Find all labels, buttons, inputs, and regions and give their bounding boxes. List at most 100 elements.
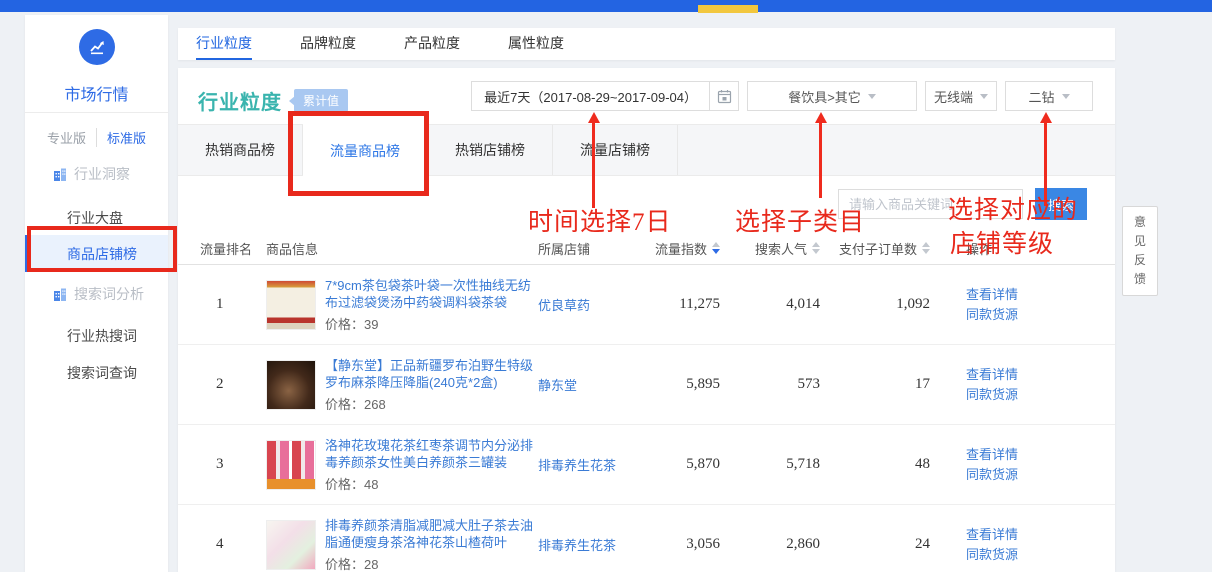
rank-value: 1 [200, 296, 266, 313]
view-detail-link[interactable]: 查看详情 [966, 525, 1066, 545]
main-panel: 行业粒度 累计值 最近7天（2017-08-29~2017-09-04） 餐饮具… [178, 68, 1115, 572]
shop-link[interactable]: 优良草药 [538, 295, 648, 314]
version-tab-pro[interactable]: 专业版 [37, 128, 96, 147]
price-label: 价格： [325, 477, 364, 492]
col-actions: 操作 [966, 239, 1066, 258]
tab-product-granularity[interactable]: 产品粒度 [404, 28, 460, 60]
terminal-value: 无线端 [934, 87, 973, 106]
same-supply-link[interactable]: 同款货源 [966, 305, 1066, 325]
calendar-button[interactable] [709, 81, 739, 111]
rank-value: 4 [200, 536, 266, 553]
tab-traffic-shop-rank[interactable]: 流量店铺榜 [553, 125, 678, 175]
same-supply-link[interactable]: 同款货源 [966, 465, 1066, 485]
tab-hot-shop-rank[interactable]: 热销店铺榜 [428, 125, 553, 175]
view-detail-link[interactable]: 查看详情 [966, 285, 1066, 305]
top-bar-active-indicator [698, 5, 758, 13]
col-traffic-rank: 流量排名 [200, 239, 266, 258]
app-name[interactable]: 市场行情 [25, 81, 168, 105]
traffic-index-value: 5,870 [648, 456, 720, 473]
sidebar: 市场行情 专业版标准版 行业洞察 行业大盘 商品店铺榜 [25, 15, 168, 572]
shop-link[interactable]: 静东堂 [538, 375, 648, 394]
view-detail-link[interactable]: 查看详情 [966, 365, 1066, 385]
version-tab-standard[interactable]: 标准版 [96, 128, 156, 147]
market-chart-icon [79, 29, 115, 65]
table-row: 1 7*9cm茶包袋茶叶袋一次性抽线无纺布过滤袋煲汤中药袋调料袋茶袋 价格：39… [178, 265, 1115, 345]
table-row: 3 洛神花玫瑰花茶红枣茶调节内分泌排毒养颜茶女性美白养颜茶三罐装 价格：48 排… [178, 425, 1115, 505]
rank-value: 2 [200, 376, 266, 393]
sidebar-item-search-word-query[interactable]: 搜索词查询 [25, 357, 168, 389]
tab-traffic-product-rank[interactable]: 流量商品榜 [303, 124, 428, 177]
col-label: 流量指数 [655, 239, 707, 258]
product-title-link[interactable]: 【静东堂】正品新疆罗布泊野生特级罗布麻茶降压降脂(240克*2盒) [325, 357, 535, 391]
shop-level-dropdown[interactable]: 二钻 [1005, 81, 1093, 111]
price-label: 价格： [325, 317, 364, 332]
search-input[interactable] [838, 189, 1023, 219]
tab-brand-granularity[interactable]: 品牌粒度 [300, 28, 356, 60]
cumulative-badge: 累计值 [294, 89, 348, 112]
product-price: 价格：39 [325, 314, 535, 333]
search-button[interactable]: 搜索 [1035, 188, 1087, 220]
col-search-popularity[interactable]: 搜索人气 [720, 239, 820, 258]
table-header: 流量排名 商品信息 所属店铺 流量指数 搜索人气 支付子订单数 操作 [178, 232, 1115, 265]
price-value: 28 [364, 557, 378, 572]
product-thumbnail[interactable] [266, 440, 316, 490]
product-thumbnail[interactable] [266, 520, 316, 570]
same-supply-link[interactable]: 同款货源 [966, 545, 1066, 565]
feedback-button[interactable]: 意见反馈 [1122, 206, 1158, 296]
sidebar-item-product-shop-rank[interactable]: 商品店铺榜 [25, 235, 168, 272]
paid-suborders-value: 48 [820, 456, 930, 473]
sidebar-section-search-analysis: 搜索词分析 [25, 280, 168, 308]
shop-link[interactable]: 排毒养生花茶 [538, 455, 648, 474]
product-thumbnail[interactable] [266, 280, 316, 330]
traffic-index-value: 5,895 [648, 376, 720, 393]
tab-hot-product-rank[interactable]: 热销商品榜 [178, 125, 303, 175]
sidebar-section-label: 行业洞察 [74, 164, 130, 184]
sort-icon [922, 242, 930, 254]
search-popularity-value: 573 [720, 376, 820, 393]
col-traffic-index[interactable]: 流量指数 [648, 239, 720, 258]
search-popularity-value: 2,860 [720, 536, 820, 553]
col-paid-suborders[interactable]: 支付子订单数 [820, 239, 930, 258]
search-popularity-value: 4,014 [720, 296, 820, 313]
traffic-index-value: 11,275 [648, 296, 720, 313]
category-value: 餐饮具>其它 [788, 87, 861, 106]
product-title-link[interactable]: 7*9cm茶包袋茶叶袋一次性抽线无纺布过滤袋煲汤中药袋调料袋茶袋 [325, 277, 535, 311]
sidebar-item-hot-search-words[interactable]: 行业热搜词 [25, 320, 168, 352]
product-title-link[interactable]: 洛神花玫瑰花茶红枣茶调节内分泌排毒养颜茶女性美白养颜茶三罐装 [325, 437, 535, 471]
sidebar-item-industry-overview[interactable]: 行业大盘 [25, 202, 168, 234]
chevron-down-icon [980, 94, 988, 103]
app-logo[interactable] [25, 29, 168, 65]
price-label: 价格： [325, 557, 364, 572]
filter-bar: 最近7天（2017-08-29~2017-09-04） 餐饮具>其它 无线 [471, 81, 1093, 111]
price-value: 268 [364, 397, 386, 412]
category-dropdown[interactable]: 餐饮具>其它 [747, 81, 917, 111]
price-value: 39 [364, 317, 378, 332]
sidebar-section-label: 搜索词分析 [74, 284, 144, 304]
col-shop: 所属店铺 [538, 239, 648, 258]
price-value: 48 [364, 477, 378, 492]
building-icon [53, 288, 67, 301]
chevron-down-icon [868, 94, 876, 103]
shop-link[interactable]: 排毒养生花茶 [538, 535, 648, 554]
date-range-selector[interactable]: 最近7天（2017-08-29~2017-09-04） [471, 81, 710, 111]
product-title-link[interactable]: 排毒养颜茶清脂减肥减大肚子茶去油脂通便瘦身茶洛神花茶山楂荷叶 [325, 517, 535, 551]
sort-icon [712, 242, 720, 254]
product-price: 价格：28 [325, 554, 535, 572]
building-icon [53, 168, 67, 181]
same-supply-link[interactable]: 同款货源 [966, 385, 1066, 405]
product-price: 价格：48 [325, 474, 535, 493]
traffic-index-value: 3,056 [648, 536, 720, 553]
tab-attribute-granularity[interactable]: 属性粒度 [508, 28, 564, 60]
table-row: 2 【静东堂】正品新疆罗布泊野生特级罗布麻茶降压降脂(240克*2盒) 价格：2… [178, 345, 1115, 425]
shop-level-value: 二钻 [1028, 87, 1054, 106]
search-popularity-value: 5,718 [720, 456, 820, 473]
page: 市场行情 专业版标准版 行业洞察 行业大盘 商品店铺榜 [0, 0, 1212, 572]
terminal-dropdown[interactable]: 无线端 [925, 81, 997, 111]
col-label: 支付子订单数 [839, 239, 917, 258]
view-detail-link[interactable]: 查看详情 [966, 445, 1066, 465]
tab-industry-granularity[interactable]: 行业粒度 [196, 28, 252, 60]
product-price: 价格：268 [325, 394, 535, 413]
page-title: 行业粒度 [198, 86, 282, 115]
product-thumbnail[interactable] [266, 360, 316, 410]
paid-suborders-value: 1,092 [820, 296, 930, 313]
